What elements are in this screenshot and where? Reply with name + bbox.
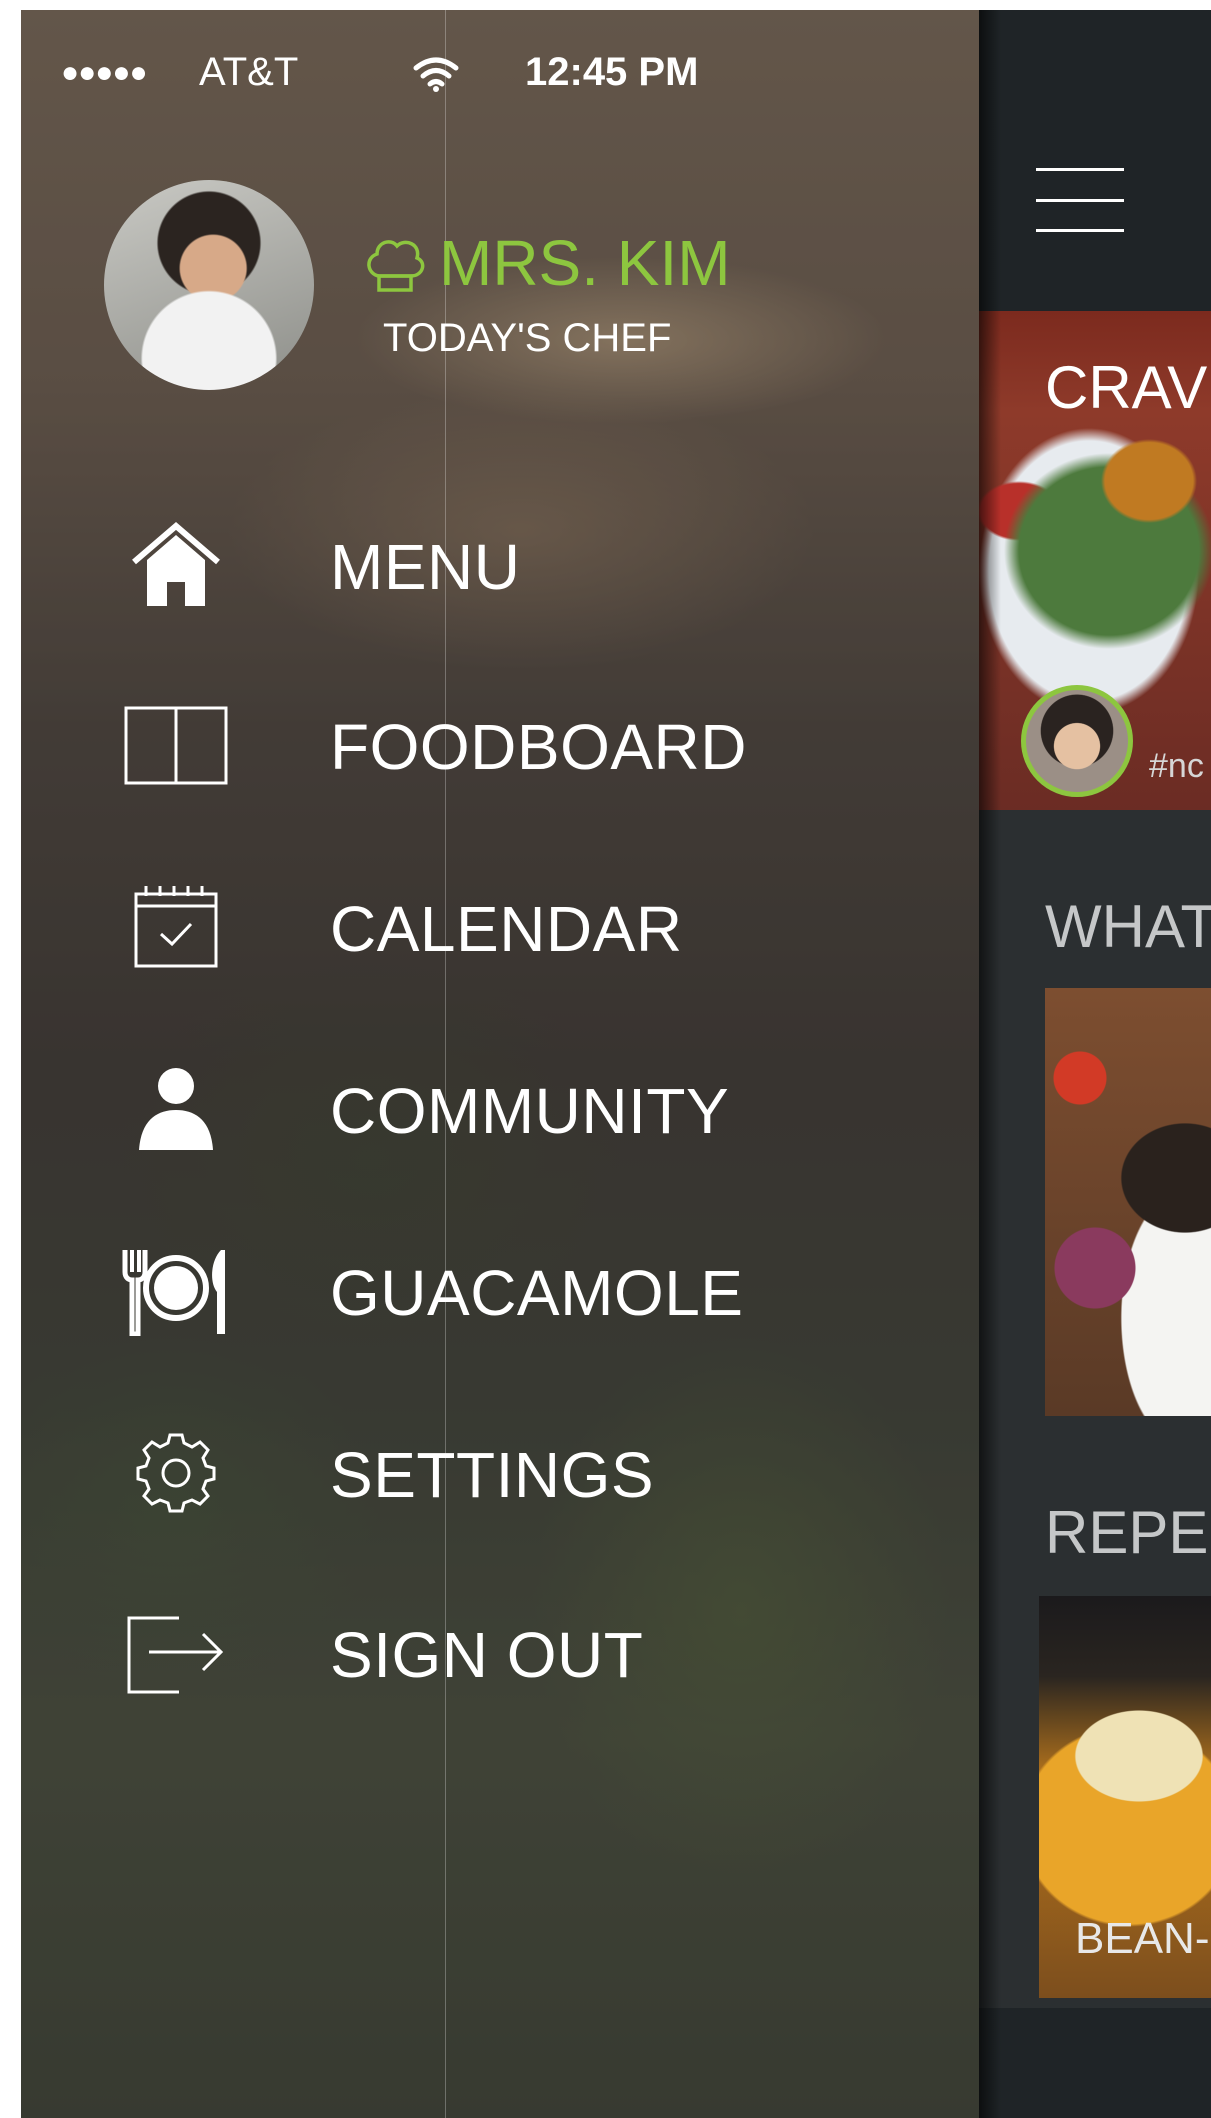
menu-item-label: SETTINGS: [330, 1439, 655, 1511]
dish-card-label: BEAN-F: [1075, 1914, 1211, 1963]
menu-item-menu[interactable]: MENU: [21, 510, 979, 620]
menu-item-sign-out[interactable]: SIGN OUT: [21, 1598, 979, 1708]
section-title-repertoire: REPER: [1045, 1499, 1211, 1566]
menu-item-guacamole[interactable]: GUACAMOLE: [21, 1236, 979, 1346]
menu-item-label: COMMUNITY: [330, 1075, 730, 1147]
featured-author-avatar[interactable]: [1021, 685, 1133, 797]
menu-item-label: CALENDAR: [330, 893, 683, 965]
gear-icon: [136, 1433, 216, 1513]
menu-item-community[interactable]: COMMUNITY: [21, 1054, 979, 1164]
main-content-panel[interactable]: CRAVI #nc WHAT' REPER BEAN-F: [979, 10, 1211, 2118]
status-bar: ●●●●● AT&T 12:45 PM: [21, 10, 979, 130]
chef-hat-icon: [367, 240, 425, 292]
panel-shadow: [979, 10, 1001, 2118]
section-title-whats: WHAT': [1045, 893, 1211, 960]
status-time: 12:45 PM: [525, 50, 699, 94]
chef-subtitle: TODAY'S CHEF: [383, 316, 672, 360]
dish-card[interactable]: BEAN-F: [1039, 1596, 1211, 1998]
featured-recipe-card[interactable]: CRAVI #nc: [979, 311, 1211, 810]
menu-item-label: GUACAMOLE: [330, 1257, 744, 1329]
menu-item-foodboard[interactable]: FOODBOARD: [21, 690, 979, 800]
calendar-icon: [134, 886, 218, 968]
menu-item-settings[interactable]: SETTINGS: [21, 1418, 979, 1528]
open-book-icon: [124, 706, 228, 785]
menu-item-label: MENU: [330, 531, 521, 603]
navigation-drawer: ●●●●● AT&T 12:45 PM MRS. KIM TODAY'S CHE…: [21, 10, 979, 2118]
menu-item-calendar[interactable]: CALENDAR: [21, 872, 979, 982]
home-icon: [132, 522, 220, 606]
chef-avatar[interactable]: [104, 180, 314, 390]
chef-name: MRS. KIM: [439, 227, 731, 299]
wifi-icon: [413, 57, 459, 92]
sign-out-icon: [127, 1616, 224, 1694]
featured-card-title: CRAVI: [1045, 354, 1211, 421]
menu-item-label: SIGN OUT: [330, 1619, 644, 1691]
hamburger-icon[interactable]: [1036, 168, 1124, 232]
menu-item-label: FOODBOARD: [330, 711, 747, 783]
plate-cutlery-icon: [122, 1250, 225, 1336]
chef-feature-card[interactable]: [1045, 988, 1211, 1416]
featured-card-tag: #nc: [1149, 747, 1204, 785]
person-icon: [139, 1068, 213, 1150]
chef-profile[interactable]: MRS. KIM TODAY'S CHEF: [21, 180, 979, 410]
carrier-name: AT&T: [199, 50, 299, 94]
main-footer: [979, 2008, 1211, 2118]
main-header: [979, 10, 1211, 311]
signal-strength: ●●●●●: [61, 56, 148, 89]
